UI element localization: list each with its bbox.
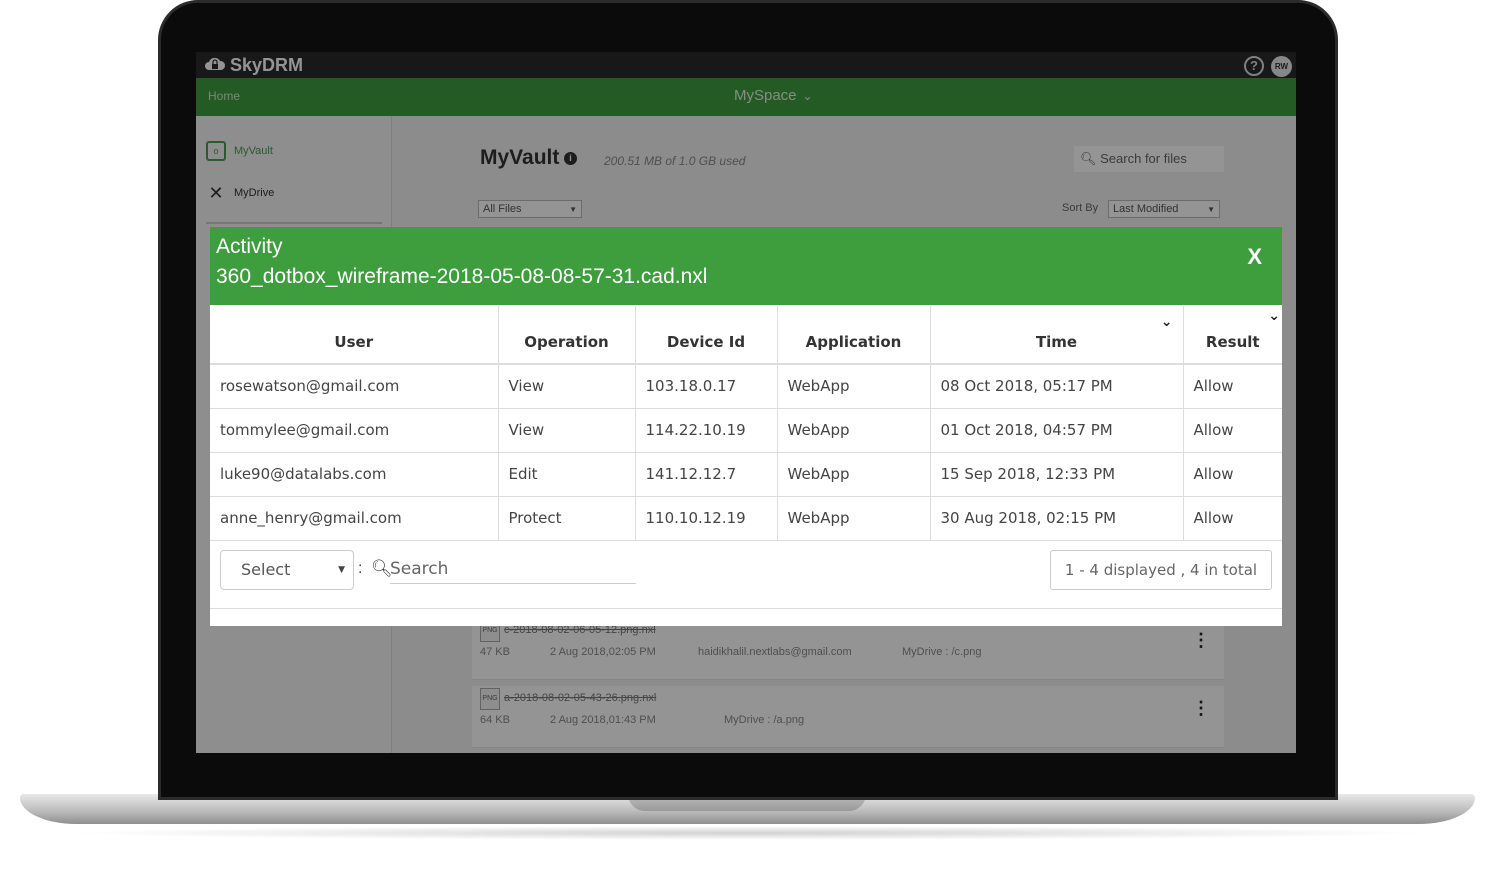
cell-operation: Protect	[498, 496, 636, 541]
sort-chevron-icon[interactable]: ⌄	[1161, 314, 1173, 330]
search-field-select-value: Select	[241, 560, 291, 579]
column-header-result[interactable]: Result ⌄	[1183, 306, 1282, 365]
column-header-label: Time	[1035, 332, 1078, 351]
cell-time: 01 Oct 2018, 04:57 PM	[930, 408, 1184, 453]
app-screen: SkyDRM ? RW Home MySpace ⌄ o MyVault ✕ My…	[196, 52, 1296, 753]
pagination-count: 1 - 4 displayed , 4 in total	[1050, 550, 1272, 590]
laptop-shadow	[60, 826, 1435, 840]
cell-operation: Edit	[498, 452, 636, 497]
cell-application: WebApp	[777, 452, 931, 497]
cell-user: luke90@datalabs.com	[210, 452, 499, 497]
activity-search-input[interactable]	[390, 554, 636, 584]
column-header-time[interactable]: Time ⌄	[930, 306, 1184, 365]
cell-application: WebApp	[777, 496, 931, 541]
caret-down-icon: ▼	[338, 565, 345, 575]
separator-colon: :	[358, 560, 363, 577]
column-header-device-id[interactable]: Device Id	[635, 306, 778, 365]
column-header-application[interactable]: Application	[777, 306, 931, 365]
cell-result: Allow	[1183, 452, 1282, 497]
cell-user: rosewatson@gmail.com	[210, 364, 499, 409]
cell-device-id: 114.22.10.19	[635, 408, 778, 453]
cell-device-id: 141.12.12.7	[635, 452, 778, 497]
column-header-user[interactable]: User	[210, 306, 499, 365]
activity-table: User Operation Device Id Application Tim…	[210, 306, 1282, 541]
cell-device-id: 110.10.12.19	[635, 496, 778, 541]
cell-user: anne_henry@gmail.com	[210, 496, 499, 541]
cell-result: Allow	[1183, 364, 1282, 409]
cell-time: 08 Oct 2018, 05:17 PM	[930, 364, 1184, 409]
cell-application: WebApp	[777, 364, 931, 409]
cell-result: Allow	[1183, 496, 1282, 541]
close-button[interactable]: X	[1247, 244, 1262, 270]
table-row: luke90@datalabs.com Edit 141.12.12.7 Web…	[210, 452, 1282, 497]
footer-divider	[210, 608, 1282, 609]
cell-result: Allow	[1183, 408, 1282, 453]
cell-device-id: 103.18.0.17	[635, 364, 778, 409]
table-row: rosewatson@gmail.com View 103.18.0.17 We…	[210, 364, 1282, 409]
modal-footer: Select ▼ : 🔍︎ 1 - 4 displayed , 4 in tot…	[210, 550, 1282, 626]
cell-application: WebApp	[777, 408, 931, 453]
column-header-operation[interactable]: Operation	[498, 306, 636, 365]
column-header-label: Result	[1205, 332, 1260, 351]
cell-operation: View	[498, 408, 636, 453]
modal-header: Activity 360_dotbox_wireframe-2018-05-08…	[210, 227, 1282, 305]
table-row: tommylee@gmail.com View 114.22.10.19 Web…	[210, 408, 1282, 453]
modal-filename: 360_dotbox_wireframe-2018-05-08-08-57-31…	[216, 265, 708, 288]
table-row: anne_henry@gmail.com Protect 110.10.12.1…	[210, 496, 1282, 541]
table-header-row: User Operation Device Id Application Tim…	[210, 306, 1282, 365]
cell-operation: View	[498, 364, 636, 409]
search-field-select[interactable]: Select ▼	[220, 550, 354, 590]
cell-user: tommylee@gmail.com	[210, 408, 499, 453]
cell-time: 15 Sep 2018, 12:33 PM	[930, 452, 1184, 497]
modal-title: Activity	[216, 235, 283, 258]
cell-time: 30 Aug 2018, 02:15 PM	[930, 496, 1184, 541]
activity-modal: Activity 360_dotbox_wireframe-2018-05-08…	[210, 227, 1282, 626]
sort-chevron-icon[interactable]: ⌄	[1268, 308, 1280, 324]
